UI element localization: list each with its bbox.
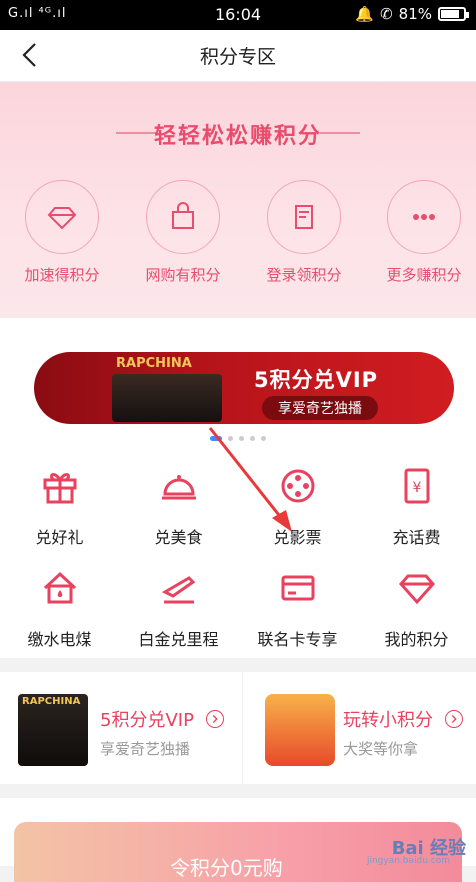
carousel-dot[interactable] bbox=[261, 436, 266, 441]
promo-card-small-points[interactable]: 玩转小积分 大奖等你拿 bbox=[243, 672, 476, 784]
grid-item-label: 联名卡专享 bbox=[257, 630, 338, 649]
chevron-right-icon bbox=[206, 710, 224, 728]
page-title: 积分专区 bbox=[199, 46, 276, 68]
bell-icon: 🔔 bbox=[355, 5, 375, 23]
carousel-dot[interactable] bbox=[210, 436, 222, 441]
grid-item-label: 兑好礼 bbox=[35, 528, 84, 547]
earn-item-label: 网购有积分 bbox=[145, 266, 221, 284]
earn-item-label: 加速得积分 bbox=[24, 266, 100, 284]
earn-headline: 轻轻松松赚积分 bbox=[153, 124, 322, 149]
carousel-banner[interactable]: RAPCHINA 5积分兑VIP 享爱奇艺独播 bbox=[34, 352, 454, 424]
phone-icon: ✆ bbox=[380, 5, 393, 23]
promo-card-vip[interactable]: RAPCHINA 5积分兑VIP 享爱奇艺独播 bbox=[0, 672, 237, 784]
food-cover-icon bbox=[161, 475, 196, 500]
svg-text:¥: ¥ bbox=[412, 480, 421, 496]
grid-item-label: 白金兑里程 bbox=[138, 630, 219, 649]
promo-sub: 享爱奇艺独播 bbox=[100, 740, 191, 758]
grid-item-gift[interactable]: 兑好礼 bbox=[0, 452, 119, 552]
shopping-bag-icon bbox=[146, 180, 220, 254]
grid-item-mileage[interactable]: 白金兑里程 bbox=[119, 554, 238, 654]
grid-item-movie[interactable]: 兑影票 bbox=[238, 452, 357, 552]
carousel-dot[interactable] bbox=[228, 436, 233, 441]
carousel-section: RAPCHINA 5积分兑VIP 享爱奇艺独播 bbox=[0, 318, 476, 452]
status-right: 🔔 ✆ 81% bbox=[355, 5, 469, 23]
earn-item-label: 更多赚积分 bbox=[386, 266, 462, 284]
grid-item-label: 缴水电煤 bbox=[27, 630, 92, 649]
rapchina-thumbnail: RAPCHINA bbox=[18, 694, 88, 766]
earn-points-banner: 轻轻松松赚积分 加速得积分 网购有积分 登录领积分 更多赚积分 bbox=[0, 82, 476, 318]
grid-item-label: 我的积分 bbox=[384, 630, 449, 649]
more-dots-icon bbox=[387, 180, 461, 254]
carousel-indicator bbox=[0, 436, 476, 441]
battery-icon bbox=[438, 7, 469, 21]
bottom-promo-card[interactable]: 令积分0元购 Bai 经验 jingyan.baidu.com bbox=[0, 798, 476, 882]
receipt-icon bbox=[267, 180, 341, 254]
earn-item-speed[interactable]: 加速得积分 bbox=[12, 180, 112, 285]
earn-item-more[interactable]: 更多赚积分 bbox=[374, 180, 474, 285]
grid-item-utilities[interactable]: 缴水电煤 bbox=[0, 554, 119, 654]
grid-item-label: 兑美食 bbox=[154, 528, 203, 547]
battery-fill bbox=[441, 10, 459, 18]
nav-bar: 积分专区 bbox=[0, 30, 476, 82]
earn-item-login[interactable]: 登录领积分 bbox=[254, 180, 354, 285]
grid-item-label: 充话费 bbox=[392, 528, 441, 547]
grid-item-food[interactable]: 兑美食 bbox=[119, 452, 238, 552]
baidu-watermark-url: jingyan.baidu.com bbox=[366, 856, 450, 866]
card-icon bbox=[281, 575, 314, 601]
grid-item-cobrand-card[interactable]: 联名卡专享 bbox=[238, 554, 357, 654]
promo-sub: 大奖等你拿 bbox=[343, 740, 419, 758]
bottom-promo-text: 令积分0元购 bbox=[170, 856, 283, 880]
rapchina-artists-image bbox=[112, 374, 222, 422]
grid-item-label: 兑影票 bbox=[273, 528, 322, 547]
grid-item-phone-bill[interactable]: ¥ 充话费 bbox=[357, 452, 476, 552]
carousel-promo-title: 5积分兑VIP bbox=[254, 368, 379, 392]
promo-row: RAPCHINA 5积分兑VIP 享爱奇艺独播 玩转小积分 大奖等你拿 bbox=[0, 672, 476, 784]
gift-box-image bbox=[265, 694, 335, 766]
film-reel-icon bbox=[281, 469, 314, 503]
diamond-icon bbox=[398, 574, 435, 605]
earn-item-shopping[interactable]: 网购有积分 bbox=[133, 180, 233, 285]
earn-item-label: 登录领积分 bbox=[266, 266, 342, 284]
chevron-right-icon bbox=[445, 710, 463, 728]
redeem-grid: 兑好礼 兑美食 兑影票 ¥ 充话费 缴水电煤 白金兑里程 联名卡专享 我的积分 bbox=[0, 452, 476, 658]
promo-title: 玩转小积分 bbox=[343, 710, 433, 731]
battery-percent: 81% bbox=[398, 5, 432, 23]
airplane-icon bbox=[161, 576, 195, 604]
carousel-dot[interactable] bbox=[239, 436, 244, 441]
gift-icon bbox=[43, 473, 76, 504]
phone-yuan-icon: ¥ bbox=[404, 468, 429, 504]
status-bar: G.ıl ⁴ᴳ.ıl 16:04 🔔 ✆ 81% bbox=[0, 0, 476, 30]
carousel-brand: RAPCHINA bbox=[116, 356, 192, 371]
promo-title: 5积分兑VIP bbox=[100, 710, 194, 731]
promo-brand: RAPCHINA bbox=[22, 696, 81, 707]
grid-item-my-points[interactable]: 我的积分 bbox=[357, 554, 476, 654]
house-drop-icon bbox=[43, 571, 76, 604]
carousel-promo-sub: 享爱奇艺独播 bbox=[262, 396, 378, 420]
diamond-icon bbox=[25, 180, 99, 254]
carousel-dot[interactable] bbox=[250, 436, 255, 441]
